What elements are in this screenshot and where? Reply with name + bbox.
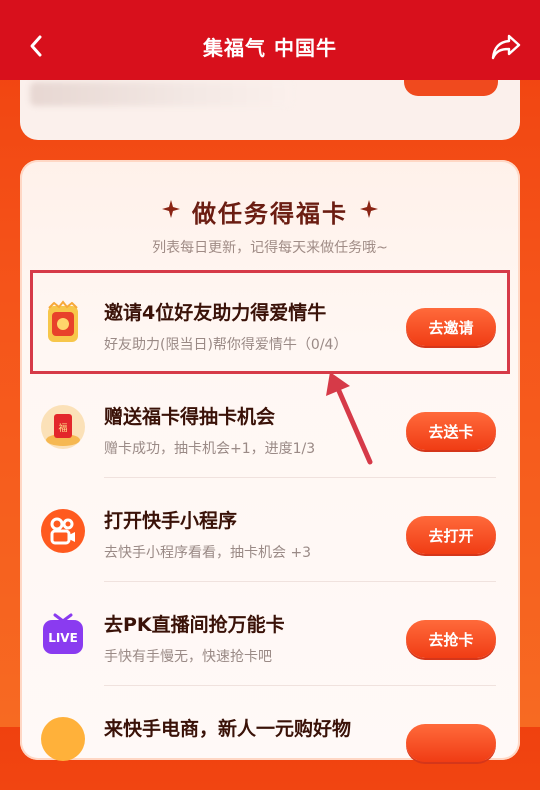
shop-icon [41,717,85,761]
live-icon: LIVE [43,613,83,654]
open-button[interactable]: 去打开 [406,516,496,554]
task-description: 去快手小程序看看，抽卡机会 +3 [104,545,312,561]
ecommerce-button[interactable] [406,724,496,762]
task-name: 打开快手小程序 [104,510,238,532]
task-send-card: 福 赠送福卡得抽卡机会 赠卡成功，抽卡机会+1，进度1/3 去送卡 [20,374,520,478]
task-ecommerce: 来快手电商，新人一元购好物 [20,686,520,790]
ornament-icon [360,200,378,218]
task-pk-live: LIVE 去PK直播间抢万能卡 手快有手慢无，快速抢卡吧 去抢卡 [20,582,520,686]
send-card-button[interactable]: 去送卡 [406,412,496,450]
arrow-icon [326,372,373,465]
task-name: 来快手电商，新人一元购好物 [104,718,352,740]
blurred-text [30,82,292,106]
previous-card-button[interactable] [404,78,498,96]
tasks-subheading: 列表每日更新，记得每天来做任务哦~ [152,240,388,256]
task-name: 赠送福卡得抽卡机会 [104,406,276,428]
share-icon [491,34,521,60]
share-button[interactable] [490,33,522,61]
task-open-mini-program: 打开快手小程序 去快手小程序看看，抽卡机会 +3 去打开 [20,478,520,582]
task-description: 赠卡成功，抽卡机会+1，进度1/3 [104,441,316,457]
kuaishou-logo-icon [41,509,85,553]
page-title: 集福气 中国牛 [203,36,337,60]
tasks-card: 做任务得福卡 列表每日更新，记得每天来做任务哦~ 邀请4位好友助力得爱情牛 好友… [20,160,520,762]
fu-card-icon: 福 [41,405,85,449]
tasks-heading: 做任务得福卡 [192,200,348,228]
task-name: 去PK直播间抢万能卡 [104,614,285,636]
svg-text:福: 福 [58,422,67,434]
top-nav-bar: 集福气 中国牛 [0,0,540,80]
live-icon-label: LIVE [48,631,78,645]
grab-card-button[interactable]: 去抢卡 [406,620,496,658]
task-description: 手快有手慢无，快速抢卡吧 [104,649,272,665]
highlight-box [30,270,510,374]
